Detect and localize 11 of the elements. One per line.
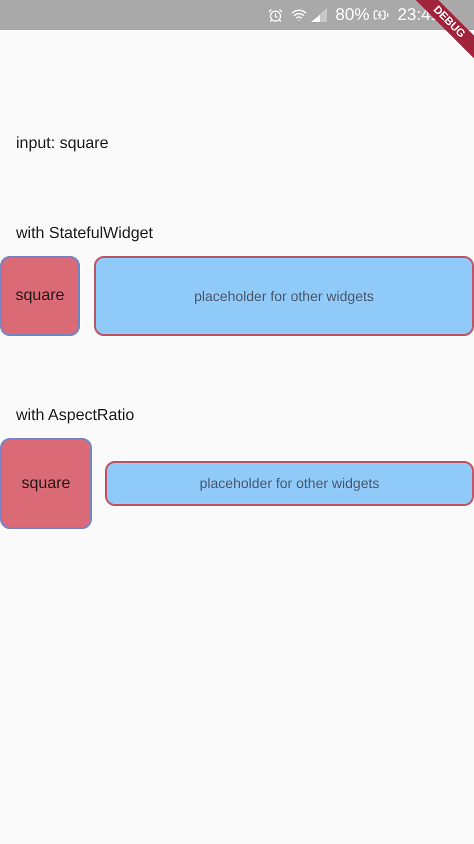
- placeholder-box: placeholder for other widgets: [94, 256, 474, 336]
- battery-percent: 80%: [335, 4, 370, 26]
- alarm-icon: [268, 8, 284, 22]
- section-title: with StatefulWidget: [16, 224, 154, 244]
- input-label: input: square: [16, 134, 110, 154]
- square-box: square: [0, 256, 80, 336]
- placeholder-box: placeholder for other widgets: [105, 461, 474, 506]
- wifi-icon: [291, 7, 308, 23]
- section-title: with AspectRatio: [16, 406, 136, 426]
- signal-icon: [311, 8, 328, 22]
- square-box: square: [0, 438, 92, 529]
